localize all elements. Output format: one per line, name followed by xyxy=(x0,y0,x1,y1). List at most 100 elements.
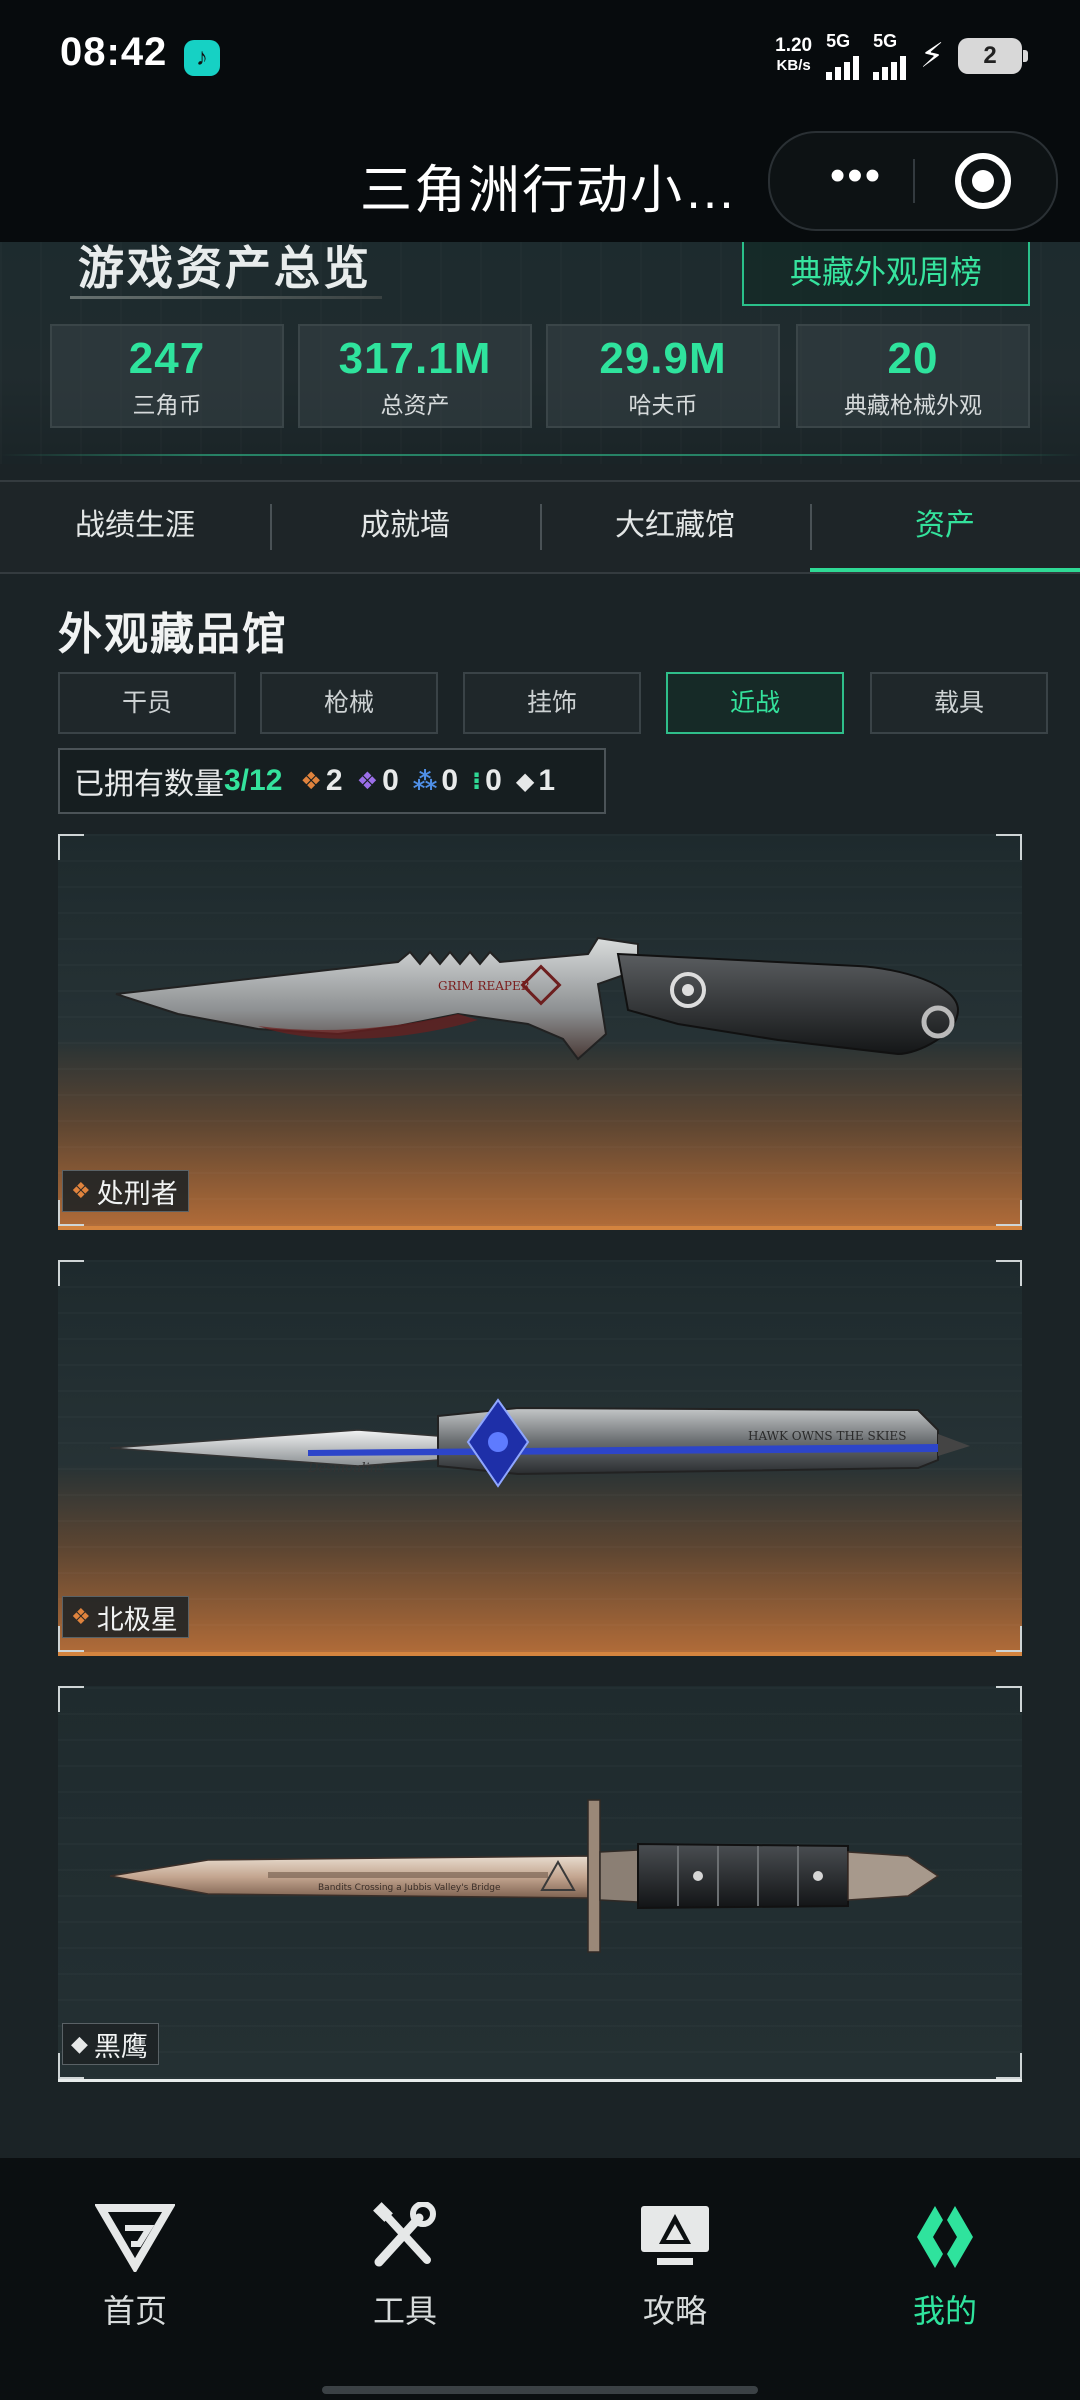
orange-gem-icon: ❖ xyxy=(300,767,322,795)
heading-underline xyxy=(70,296,382,299)
card-corner xyxy=(996,1200,1022,1226)
rarity-orange: ❖ 2 xyxy=(300,764,342,798)
network-speed: 1.20 KB/s xyxy=(775,36,812,76)
bottom-navigation: 首页 工具 攻略 我的 xyxy=(0,2158,1080,2400)
profile-logo-icon xyxy=(917,2206,973,2268)
nav-guides[interactable]: 攻略 xyxy=(590,2202,760,2332)
stat-card-haf-coin: 29.9M 哈夫币 xyxy=(546,324,780,428)
status-indicators: 1.20 KB/s 5G 5G ⚡ 2 xyxy=(775,31,1028,80)
blade-engraving: Bandits Crossing a Jubbis Valley's Bridg… xyxy=(318,1883,501,1893)
tab-career[interactable]: 战绩生涯 xyxy=(0,482,270,572)
blade-engraving: Desmoulins xyxy=(307,1461,385,1476)
rarity-blue: ⁂ 0 xyxy=(413,764,458,798)
category-filters: 干员 枪械 挂饰 近战 载具 xyxy=(58,672,1050,734)
status-bar: 08:42 ♪ 1.20 KB/s 5G 5G ⚡ 2 xyxy=(0,0,1080,118)
rarity-count: 1 xyxy=(538,764,556,797)
stat-card-triangle-coin: 247 三角币 xyxy=(50,324,284,428)
tab-assets[interactable]: 资产 xyxy=(810,482,1080,572)
stat-label: 三角币 xyxy=(132,392,202,418)
network-speed-value: 1.20 xyxy=(775,35,813,56)
nav-label: 我的 xyxy=(912,2293,977,2329)
stat-card-collector-skins: 20 典藏枪械外观 xyxy=(796,324,1030,428)
rarity-count: 0 xyxy=(382,764,399,797)
battery-level: 2 xyxy=(983,42,997,69)
filter-melee[interactable]: 近战 xyxy=(666,672,844,734)
music-app-icon: ♪ xyxy=(184,40,220,76)
guide-monitor-icon xyxy=(641,2206,709,2265)
melee-skin-card[interactable]: Bandits Crossing a Jubbis Valley's Bridg… xyxy=(58,1686,1022,2082)
mini-program-capsule: ••• xyxy=(768,131,1058,231)
orange-gem-icon: ❖ xyxy=(71,1178,91,1203)
nav-label: 首页 xyxy=(102,2293,167,2329)
tools-icon xyxy=(373,2202,436,2267)
handle-engraving: HAWK OWNS THE SKIES xyxy=(748,1429,906,1443)
charging-icon: ⚡ xyxy=(920,37,944,75)
card-corner xyxy=(996,834,1022,860)
blade-engraving: GRIM REAPER xyxy=(438,979,531,993)
owned-summary: 已拥有数量 3/12 ❖ 2 ❖ 0 ⁂ 0 ⁝ 0 ◆ 1 xyxy=(58,748,606,814)
weekly-rank-button[interactable]: 典藏外观周榜 xyxy=(742,242,1030,306)
skin-name-tag: ❖ 北极星 xyxy=(62,1596,189,1638)
melee-skin-card[interactable]: GRIM REAPER ❖ 处刑者 xyxy=(58,834,1022,1230)
filter-guns[interactable]: 枪械 xyxy=(260,672,438,734)
rarity-count: 0 xyxy=(485,764,502,797)
card-corner xyxy=(58,1260,84,1286)
nav-profile[interactable]: 我的 xyxy=(860,2202,1030,2332)
asset-overview-panel: 游戏资产总览 典藏外观周榜 247 三角币 317.1M 总资产 29.9M 哈… xyxy=(0,242,1080,464)
close-target-icon[interactable] xyxy=(955,153,1011,209)
signal-label: 5G xyxy=(873,31,898,51)
signal-icon: 5G xyxy=(826,31,860,80)
tab-red-collection[interactable]: 大红藏馆 xyxy=(540,482,810,572)
network-speed-unit: KB/s xyxy=(776,57,811,74)
nav-label: 攻略 xyxy=(642,2293,707,2329)
filter-operators[interactable]: 干员 xyxy=(58,672,236,734)
knife-image-polaris: Desmoulins HAWK OWNS THE SKIES xyxy=(109,1398,970,1488)
skin-name: 黑鹰 xyxy=(93,2031,148,2062)
stat-label: 总资产 xyxy=(380,392,450,418)
status-time: 08:42 xyxy=(60,30,168,74)
card-corner xyxy=(996,1686,1022,1712)
stat-label: 典藏枪械外观 xyxy=(844,392,982,418)
rarity-green: ⁝ 0 xyxy=(472,764,502,798)
nav-home[interactable]: 首页 xyxy=(50,2202,220,2332)
profile-tabs: 战绩生涯 成就墙 大红藏馆 资产 xyxy=(0,480,1080,574)
battery-icon: 2 xyxy=(958,38,1028,74)
mini-program-title-bar: 三角洲行动小… ••• xyxy=(0,118,1080,242)
stat-value: 20 xyxy=(887,334,939,383)
hero-divider xyxy=(0,454,1080,456)
card-corner xyxy=(58,834,84,860)
knife-image-executioner: GRIM REAPER xyxy=(115,936,960,1061)
nav-tools[interactable]: 工具 xyxy=(320,2202,490,2332)
stat-value: 317.1M xyxy=(338,334,492,383)
capsule-divider xyxy=(913,159,915,203)
stat-label: 哈夫币 xyxy=(628,392,698,418)
card-corner xyxy=(996,1260,1022,1286)
card-corner xyxy=(996,2053,1022,2079)
stat-value: 247 xyxy=(128,334,206,383)
stat-card-total-assets: 317.1M 总资产 xyxy=(298,324,532,428)
purple-gem-icon: ❖ xyxy=(356,767,379,795)
filter-vehicles[interactable]: 载具 xyxy=(870,672,1048,734)
more-options-button[interactable]: ••• xyxy=(810,153,902,209)
skin-name: 北极星 xyxy=(96,1604,178,1635)
card-corner xyxy=(58,1686,84,1712)
asset-overview-heading: 游戏资产总览 xyxy=(78,242,372,294)
nav-label: 工具 xyxy=(372,2293,437,2329)
owned-label: 已拥有数量 xyxy=(74,768,224,801)
green-gem-icon: ⁝ xyxy=(472,767,482,795)
signal-icon: 5G xyxy=(873,31,907,80)
tab-achievement-wall[interactable]: 成就墙 xyxy=(270,482,540,572)
rarity-purple: ❖ 0 xyxy=(357,764,399,798)
rarity-count: 2 xyxy=(325,764,343,797)
filter-charms[interactable]: 挂饰 xyxy=(463,672,641,734)
active-tab-indicator xyxy=(810,568,1080,572)
melee-skin-card[interactable]: Desmoulins HAWK OWNS THE SKIES ❖ 北极星 xyxy=(58,1260,1022,1656)
home-indicator[interactable] xyxy=(322,2386,758,2394)
skin-name-tag: ◆ 黑鹰 xyxy=(62,2023,159,2065)
knife-image-black-hawk: Bandits Crossing a Jubbis Valley's Bridg… xyxy=(109,1799,940,1953)
signal-label: 5G xyxy=(826,31,851,51)
stat-value: 29.9M xyxy=(599,334,727,383)
owned-count: 3/12 xyxy=(224,764,283,797)
white-gem-icon: ◆ xyxy=(71,2031,88,2056)
rarity-white: ◆ 1 xyxy=(516,764,555,798)
